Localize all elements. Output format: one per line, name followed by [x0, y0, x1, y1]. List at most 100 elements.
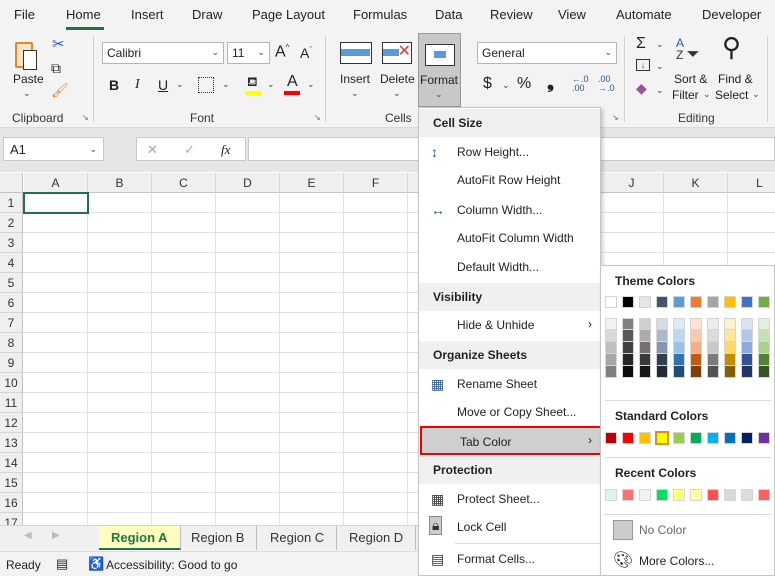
column-header-f[interactable]: F	[344, 173, 408, 193]
theme-shade-swatch[interactable]	[639, 366, 651, 378]
increase-font-icon[interactable]: A^	[275, 43, 289, 61]
theme-color-swatch[interactable]	[741, 296, 753, 308]
theme-shade-swatch[interactable]	[605, 342, 617, 354]
row-header-16[interactable]: 16	[0, 493, 23, 513]
accessibility-icon[interactable]: ♿	[88, 556, 104, 572]
theme-shade-swatch[interactable]	[690, 354, 702, 366]
theme-shade-swatch[interactable]	[707, 354, 719, 366]
accessibility-status[interactable]: Accessibility: Good to go	[106, 558, 237, 572]
clipboard-launcher-icon[interactable]: ↘	[82, 113, 89, 122]
select-label[interactable]: Select	[715, 88, 748, 102]
clear-dropdown-icon[interactable]: ⌄	[656, 85, 664, 96]
theme-shade-swatch[interactable]	[639, 318, 651, 330]
recent-color-swatch[interactable]	[758, 489, 770, 501]
theme-shade-swatch[interactable]	[758, 342, 770, 354]
theme-shade-swatch[interactable]	[605, 354, 617, 366]
theme-shade-swatch[interactable]	[622, 342, 634, 354]
recent-color-swatch[interactable]	[673, 489, 685, 501]
theme-shade-swatch[interactable]	[656, 318, 668, 330]
theme-shade-swatch[interactable]	[639, 330, 651, 342]
format-button[interactable]: Format ⌄	[418, 33, 461, 107]
theme-shade-swatch[interactable]	[707, 366, 719, 378]
theme-shade-swatch[interactable]	[724, 342, 736, 354]
tab-data[interactable]: Data	[435, 7, 462, 22]
tab-review[interactable]: Review	[490, 7, 533, 22]
sheet-tab-region-d[interactable]: Region D	[337, 526, 417, 550]
row-header-8[interactable]: 8	[0, 333, 23, 353]
font-color-icon[interactable]: A	[287, 73, 298, 91]
font-name-select[interactable]: Calibri ⌄	[102, 42, 224, 64]
theme-shade-swatch[interactable]	[724, 366, 736, 378]
theme-color-swatch[interactable]	[639, 296, 651, 308]
find-select-dropdown-icon[interactable]: ⌄	[752, 89, 760, 100]
theme-shade-swatch[interactable]	[605, 318, 617, 330]
theme-shade-swatch[interactable]	[622, 330, 634, 342]
theme-shade-swatch[interactable]	[690, 330, 702, 342]
menu-item-lock-cell[interactable]: 🔒︎ Lock Cell	[419, 513, 600, 541]
row-header-14[interactable]: 14	[0, 453, 23, 473]
menu-item-tab-color[interactable]: Tab Color ›	[420, 426, 602, 455]
font-size-select[interactable]: 11 ⌄	[227, 42, 270, 64]
standard-color-swatch[interactable]	[639, 432, 651, 444]
theme-shade-swatch[interactable]	[741, 318, 753, 330]
column-header-j[interactable]: J	[600, 173, 664, 193]
scroll-tabs-right-icon[interactable]: ▶	[52, 530, 60, 541]
scroll-tabs-left-icon[interactable]: ◀	[24, 530, 32, 541]
theme-shade-swatch[interactable]	[622, 318, 634, 330]
recent-color-swatch[interactable]	[656, 489, 668, 501]
paste-dropdown-icon[interactable]: ⌄	[23, 88, 31, 99]
borders-icon[interactable]	[198, 77, 214, 93]
row-header-2[interactable]: 2	[0, 213, 23, 233]
row-header-12[interactable]: 12	[0, 413, 23, 433]
standard-color-swatch[interactable]	[758, 432, 770, 444]
row-header-13[interactable]: 13	[0, 433, 23, 453]
tab-developer[interactable]: Developer	[702, 7, 761, 22]
sheet-tab-region-a[interactable]: Region A	[99, 526, 181, 550]
theme-shade-swatch[interactable]	[622, 366, 634, 378]
font-color-dropdown-icon[interactable]: ⌄	[307, 79, 315, 90]
macro-recording-icon[interactable]: ▤	[56, 556, 68, 572]
clear-icon[interactable]: ◆	[636, 80, 647, 97]
theme-shade-swatch[interactable]	[741, 330, 753, 342]
cancel-icon[interactable]: ✕	[147, 142, 158, 158]
tab-page-layout[interactable]: Page Layout	[252, 7, 325, 22]
insert-cells-icon[interactable]	[340, 42, 372, 64]
menu-item-autofit-row-height[interactable]: AutoFit Row Height	[419, 166, 600, 194]
fill-dropdown-icon[interactable]: ⌄	[656, 61, 664, 72]
theme-shade-swatch[interactable]	[690, 366, 702, 378]
theme-shade-swatch[interactable]	[707, 318, 719, 330]
row-header-5[interactable]: 5	[0, 273, 23, 293]
theme-shade-swatch[interactable]	[622, 354, 634, 366]
delete-label[interactable]: Delete	[380, 72, 415, 86]
percent-button[interactable]: %	[517, 75, 531, 93]
decrease-font-icon[interactable]: Aˇ	[300, 45, 312, 61]
row-header-11[interactable]: 11	[0, 393, 23, 413]
autosum-icon[interactable]: Σ	[636, 35, 646, 53]
row-header-9[interactable]: 9	[0, 353, 23, 373]
tab-file[interactable]: File	[14, 7, 35, 22]
currency-dropdown-icon[interactable]: ⌄	[502, 80, 510, 91]
format-painter-icon[interactable]: 🖌	[51, 82, 69, 99]
fill-icon[interactable]: ↓	[636, 59, 650, 71]
standard-color-swatch[interactable]	[741, 432, 753, 444]
tab-insert[interactable]: Insert	[131, 7, 164, 22]
theme-shade-swatch[interactable]	[639, 354, 651, 366]
insert-function-icon[interactable]: fx	[221, 142, 230, 158]
copy-icon[interactable]: ⧉	[51, 60, 61, 77]
cut-icon[interactable]: ✂	[52, 35, 65, 53]
theme-shade-swatch[interactable]	[605, 366, 617, 378]
insert-dropdown-icon[interactable]: ⌄	[351, 88, 359, 99]
tab-draw[interactable]: Draw	[192, 7, 222, 22]
no-color-button[interactable]: No Color	[603, 516, 773, 544]
sheet-tab-region-b[interactable]: Region B	[179, 526, 258, 550]
theme-shade-swatch[interactable]	[741, 366, 753, 378]
recent-color-swatch[interactable]	[707, 489, 719, 501]
theme-shade-swatch[interactable]	[656, 342, 668, 354]
row-header-10[interactable]: 10	[0, 373, 23, 393]
recent-color-swatch[interactable]	[724, 489, 736, 501]
fill-color-dropdown-icon[interactable]: ⌄	[267, 79, 275, 90]
enter-icon[interactable]: ✓	[184, 142, 195, 158]
menu-item-protect-sheet[interactable]: ▦ Protect Sheet...	[419, 485, 600, 513]
recent-color-swatch[interactable]	[690, 489, 702, 501]
comma-button[interactable]: ❟	[547, 72, 554, 93]
